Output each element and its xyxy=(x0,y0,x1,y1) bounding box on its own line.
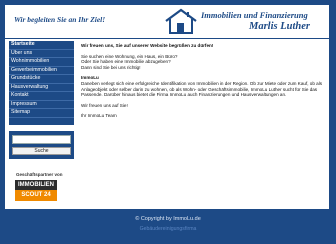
immobilienscout24-logo[interactable]: IMMOBILIEN SCOUT 24 xyxy=(15,180,57,201)
closing-text: Wir freuen uns auf Sie! xyxy=(81,102,128,108)
search-input[interactable] xyxy=(12,135,71,144)
sidebar-item-ueber-uns[interactable]: Über uns xyxy=(9,50,74,58)
search-button[interactable]: Suche xyxy=(12,147,71,155)
sidebar-item-sitemap[interactable]: Sitemap xyxy=(9,109,74,118)
welcome-heading: Wir freuen uns, Sie auf unserer Website … xyxy=(81,43,214,48)
owner-name: Marlis Luther xyxy=(249,21,310,32)
company-name: Immobilien und Finanzierung xyxy=(201,10,308,20)
house-icon[interactable] xyxy=(165,8,197,34)
sidebar-item-startseite[interactable]: Startseite xyxy=(9,41,74,50)
sidebar-item-grundstuecke[interactable]: Grundstücke xyxy=(9,75,74,84)
sidebar-nav: Startseite Über uns Wohnimmobilien Gewer… xyxy=(9,41,74,125)
intro-questions: Sie suchen eine Wohnung, ein Haus, ein B… xyxy=(81,54,325,71)
search-box: Suche xyxy=(9,131,74,159)
copyright-text: © Copyright by ImmoLu.de xyxy=(135,216,201,222)
sidebar-item-impressum[interactable]: Impressum xyxy=(9,101,74,109)
slogan: Wir begleiten Sie an Ihr Ziel! xyxy=(14,15,106,24)
sidebar-item-hausverwaltung[interactable]: Hausverwaltung xyxy=(9,84,74,92)
main-content: Wir freuen uns, Sie auf unserer Website … xyxy=(81,43,325,183)
logo-text-top: IMMOBILIEN xyxy=(15,180,57,190)
footer-link[interactable]: Gebäudereinigungsfirma xyxy=(0,226,336,232)
sidebar-item-kontakt[interactable]: Kontakt xyxy=(9,92,74,101)
question-line: Dann sind Sie bei uns richtig! xyxy=(81,64,141,70)
about-block: ImmoLu Daneben verlegt sich eine erfolgr… xyxy=(81,75,325,97)
sidebar-item-gewerbeimmobilien[interactable]: Gewerbeimmobilien xyxy=(9,67,74,75)
description-text: Daneben verlegt sich eine erfolgreiche I… xyxy=(81,80,323,98)
sidebar-item-wohnimmobilien[interactable]: Wohnimmobilien xyxy=(9,58,74,67)
signature-text: Ihr ImmoLu Team xyxy=(81,113,117,119)
header: Wir begleiten Sie an Ihr Ziel! Immobilie… xyxy=(5,5,329,38)
partner-label: Geschäftspartner von xyxy=(16,172,63,177)
logo-text-bottom: SCOUT 24 xyxy=(15,190,57,201)
